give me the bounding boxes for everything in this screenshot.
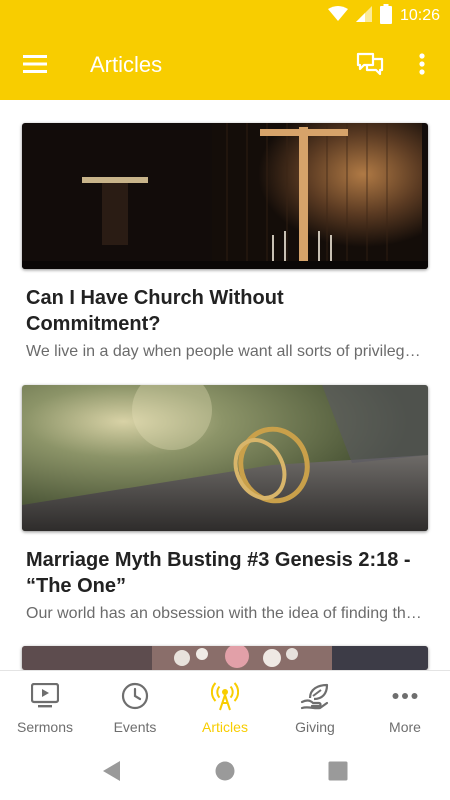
- leaf-hand-icon: [300, 681, 330, 711]
- more-horizontal-icon: [390, 681, 420, 711]
- article-image-rings[interactable]: [22, 385, 428, 531]
- nav-label: Sermons: [16, 719, 74, 735]
- article-title[interactable]: Can I Have Church Without Commitment?: [26, 285, 422, 337]
- article-card[interactable]: Marriage Myth Busting #3 Genesis 2:18 - …: [22, 385, 428, 623]
- nav-item-events[interactable]: Events: [90, 671, 180, 748]
- app-bar: Articles: [0, 32, 450, 100]
- article-excerpt: Our world has an obsession with the idea…: [26, 605, 422, 622]
- status-icons: 10:26: [327, 3, 440, 29]
- wifi-icon: [327, 5, 348, 27]
- status-time: 10:26: [399, 7, 440, 24]
- page-title: Articles: [90, 52, 163, 77]
- nav-item-giving[interactable]: Giving: [270, 671, 360, 748]
- nav-label: Giving: [295, 719, 335, 735]
- article-image-church[interactable]: [22, 123, 428, 269]
- overflow-menu-button[interactable]: [408, 48, 436, 84]
- hamburger-menu-icon: [23, 54, 47, 78]
- broadcast-icon: [210, 681, 240, 711]
- nav-item-articles[interactable]: Articles: [180, 671, 270, 748]
- more-vertical-icon: [419, 52, 425, 80]
- system-navigation-bar: [0, 748, 450, 800]
- nav-item-sermons[interactable]: Sermons: [0, 671, 90, 748]
- status-bar: 10:26: [0, 0, 450, 32]
- battery-icon: [379, 3, 392, 29]
- chat-button[interactable]: [350, 48, 390, 84]
- clock-icon: [120, 681, 150, 711]
- home-icon[interactable]: [215, 761, 235, 786]
- article-title[interactable]: Marriage Myth Busting #3 Genesis 2:18 - …: [26, 547, 422, 599]
- bottom-navigation: Sermons Events Articles Giving More: [0, 670, 450, 748]
- nav-label: Articles: [202, 719, 248, 735]
- menu-button[interactable]: [16, 48, 54, 84]
- article-card[interactable]: [22, 646, 428, 670]
- back-icon[interactable]: [101, 760, 121, 787]
- chat-icon: [356, 52, 384, 81]
- recent-apps-icon[interactable]: [328, 761, 348, 786]
- nav-label: Events: [113, 719, 157, 735]
- nav-item-more[interactable]: More: [360, 671, 450, 748]
- tv-play-icon: [30, 681, 60, 711]
- article-image-bouquet[interactable]: [22, 646, 428, 670]
- nav-label: More: [389, 719, 421, 735]
- signal-icon: [355, 5, 372, 27]
- article-excerpt: We live in a day when people want all so…: [26, 343, 422, 360]
- article-card[interactable]: Can I Have Church Without Commitment? We…: [22, 123, 428, 361]
